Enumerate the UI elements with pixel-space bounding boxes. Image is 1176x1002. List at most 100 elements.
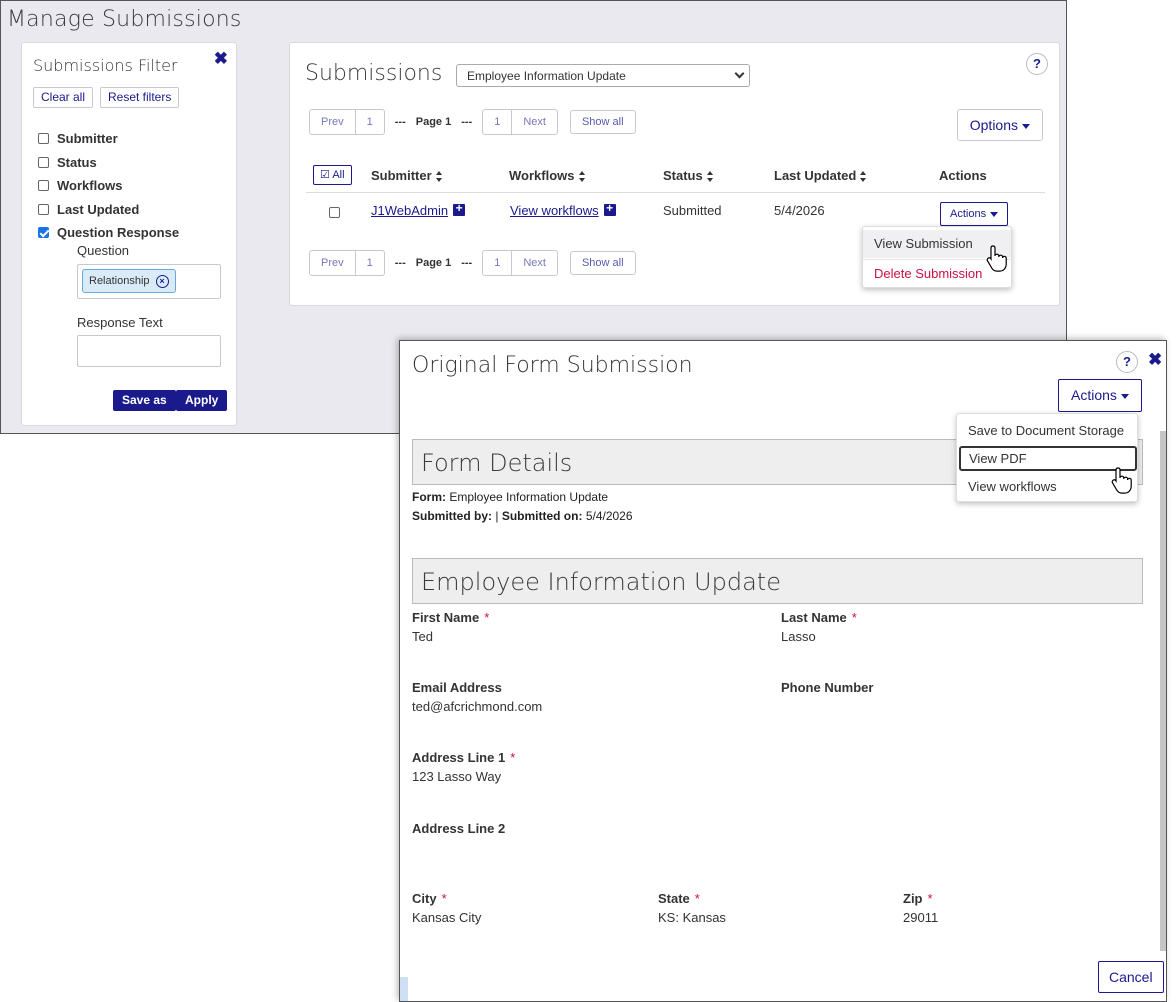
first-name-value: Ted: [412, 629, 433, 644]
submitted-on-label: Submitted on:: [501, 509, 583, 523]
modal-scrollbar[interactable]: [1160, 431, 1166, 951]
show-all-button[interactable]: Show all: [569, 110, 636, 134]
show-all-button[interactable]: Show all: [569, 251, 636, 275]
select-all-button[interactable]: ☑ All: [313, 165, 352, 185]
view-workflows-link[interactable]: View workflows: [510, 203, 599, 218]
workflows-checkbox[interactable]: [38, 180, 49, 191]
filter-option-workflows[interactable]: Workflows: [38, 178, 123, 193]
phone-label: Phone Number: [781, 680, 874, 695]
filter-option-label: Question Response: [57, 225, 180, 240]
email-value: ted@afcrichmond.com: [412, 699, 543, 714]
workflows-cell: View workflows: [510, 201, 616, 218]
filter-title: Submissions Filter: [33, 56, 178, 75]
address1-label: Address Line 1 *: [412, 750, 515, 765]
filter-option-question-response[interactable]: Question Response: [38, 225, 179, 240]
row-actions-button[interactable]: Actions: [940, 202, 1009, 226]
column-workflows[interactable]: Workflows: [509, 168, 586, 183]
filter-option-label: Workflows: [57, 178, 123, 193]
options-label: Options: [969, 117, 1018, 133]
options-button[interactable]: Options: [956, 109, 1043, 141]
modal-actions-button[interactable]: Actions: [1058, 379, 1142, 412]
chevron-down-icon: [734, 68, 745, 79]
page-title: Manage Submissions: [7, 7, 242, 32]
separator: |: [495, 509, 499, 523]
first-page-button[interactable]: 1: [356, 251, 384, 275]
pager-page-label: Page 1: [415, 116, 452, 128]
response-text-input[interactable]: [77, 335, 221, 367]
pager-ellipsis: ---: [394, 257, 406, 269]
question-chip: Relationship ×: [82, 269, 176, 293]
field-label-text: First Name: [412, 610, 480, 625]
submitter-link[interactable]: J1WebAdmin: [371, 203, 448, 218]
clear-all-button[interactable]: Clear all: [33, 87, 94, 108]
form-label: Form:: [412, 490, 446, 504]
submitter-cell: J1WebAdmin: [371, 201, 466, 218]
pager-ellipsis: ---: [461, 257, 473, 269]
question-response-checkbox[interactable]: [38, 227, 49, 238]
sort-icon: [578, 171, 586, 183]
close-icon[interactable]: ✖: [1148, 350, 1162, 370]
required-mark: *: [927, 891, 933, 906]
question-select[interactable]: Relationship ×: [77, 264, 221, 299]
filter-option-label: Last Updated: [57, 202, 140, 217]
pager-bottom: Prev 1 --- Page 1 --- 1 Next Show all: [309, 250, 636, 276]
save-to-document-storage-menu-item[interactable]: Save to Document Storage: [959, 418, 1137, 443]
submitted-info-line: Submitted by: | Submitted on: 5/4/2026: [412, 509, 633, 523]
column-label: Workflows: [509, 168, 575, 183]
help-icon[interactable]: ?: [1116, 351, 1138, 373]
column-label: Last Updated: [774, 168, 857, 183]
modal-actions-label: Actions: [1071, 387, 1117, 403]
next-button[interactable]: Next: [512, 110, 557, 134]
last-page-button[interactable]: 1: [483, 110, 513, 134]
column-status[interactable]: Status: [663, 168, 714, 183]
pager-next-group: 1 Next: [482, 250, 558, 276]
close-icon[interactable]: ✖: [214, 49, 228, 69]
field-label-text: City: [412, 891, 437, 906]
field-label-text: Zip: [903, 891, 923, 906]
prev-button[interactable]: Prev: [310, 251, 356, 275]
caret-down-icon: [1022, 123, 1030, 129]
filter-option-submitter[interactable]: Submitter: [38, 131, 118, 146]
pager-prev-group: Prev 1: [309, 250, 385, 276]
open-details-icon[interactable]: [453, 201, 466, 216]
required-mark: *: [484, 610, 490, 625]
question-chip-label: Relationship: [89, 275, 150, 287]
open-details-icon[interactable]: [603, 201, 616, 216]
response-text-label: Response Text: [77, 315, 163, 330]
zip-label: Zip *: [903, 891, 933, 906]
first-page-button[interactable]: 1: [356, 110, 384, 134]
first-name-label: First Name *: [412, 610, 489, 625]
reset-filters-button[interactable]: Reset filters: [100, 87, 180, 108]
last-updated-checkbox[interactable]: [38, 204, 49, 215]
city-label: City *: [412, 891, 447, 906]
last-name-label: Last Name *: [781, 610, 857, 625]
next-button[interactable]: Next: [512, 251, 557, 275]
remove-chip-icon[interactable]: ×: [155, 274, 169, 288]
prev-button[interactable]: Prev: [310, 110, 356, 134]
status-checkbox[interactable]: [38, 157, 49, 168]
required-mark: *: [851, 610, 857, 625]
status-cell: Submitted: [663, 203, 722, 218]
last-page-button[interactable]: 1: [483, 251, 513, 275]
apply-button[interactable]: Apply: [176, 390, 228, 411]
sort-icon: [435, 171, 443, 183]
help-icon[interactable]: ?: [1026, 53, 1048, 75]
email-label: Email Address: [412, 680, 502, 695]
filter-option-last-updated[interactable]: Last Updated: [38, 202, 139, 217]
submitter-checkbox[interactable]: [38, 133, 49, 144]
cancel-button[interactable]: Cancel: [1098, 961, 1164, 993]
column-last-updated[interactable]: Last Updated: [774, 168, 867, 183]
pager-top: Prev 1 --- Page 1 --- 1 Next Show all: [309, 109, 636, 135]
form-select[interactable]: Employee Information Update: [456, 64, 750, 87]
address1-value: 123 Lasso Way: [412, 769, 502, 784]
filter-option-status[interactable]: Status: [38, 155, 97, 170]
row-checkbox[interactable]: [329, 207, 340, 218]
save-as-button[interactable]: Save as: [113, 390, 176, 411]
pager-ellipsis: ---: [461, 116, 473, 128]
state-label: State *: [658, 891, 700, 906]
column-label: Submitter: [371, 168, 432, 183]
select-all-label: All: [332, 169, 345, 181]
column-submitter[interactable]: Submitter: [371, 168, 443, 183]
sort-icon: [860, 171, 867, 183]
column-label: Status: [663, 168, 703, 183]
